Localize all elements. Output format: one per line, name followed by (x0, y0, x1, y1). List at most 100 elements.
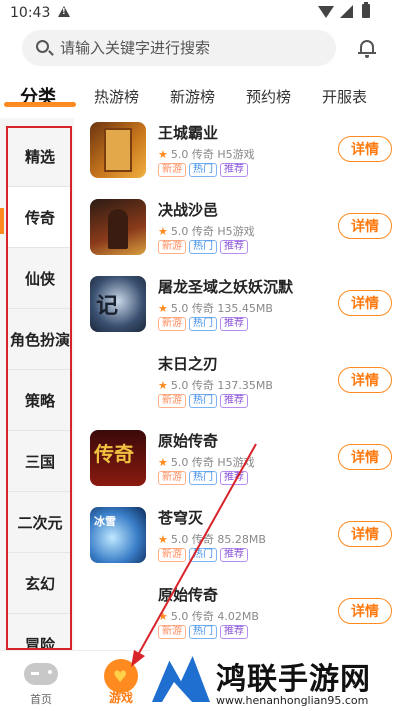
game-icon (90, 584, 146, 640)
sidebar-item-fantasy[interactable]: 玄幻 (8, 553, 72, 614)
gamepad-icon (24, 663, 58, 685)
game-meta: ★ 5.0 传奇 H5游戏 (158, 225, 255, 238)
game-name: 苍穹灭 (158, 509, 204, 527)
game-icon: 冰雪 (90, 507, 146, 563)
star-icon: ★ (158, 302, 168, 315)
star-icon: ★ (158, 610, 168, 623)
tag-recommended: 推荐 (220, 625, 248, 639)
game-tags: 新游 热门 推荐 (158, 548, 248, 562)
tag-new: 新游 (158, 163, 186, 177)
list-item[interactable]: 末日之刃 ★ 5.0 传奇 137.35MB 新游 热门 推荐 详情 (74, 347, 400, 424)
watermark-url: www.henanhonglian95.com (216, 694, 369, 707)
category-sidebar: 精选 传奇 仙侠 角色扮演 策略 三国 二次元 玄幻 冒险 (0, 118, 74, 650)
tag-hot: 热门 (189, 471, 217, 485)
search-input[interactable] (60, 30, 320, 66)
game-name: 决战沙邑 (158, 201, 219, 219)
game-tags: 新游 热门 推荐 (158, 394, 248, 408)
tag-recommended: 推荐 (220, 548, 248, 562)
status-bar: 10:43 (0, 0, 400, 28)
sidebar-item-anime[interactable]: 二次元 (8, 492, 72, 553)
warning-icon (58, 6, 70, 17)
star-icon: ★ (158, 379, 168, 392)
detail-button[interactable]: 详情 (338, 521, 392, 547)
game-icon (90, 353, 146, 409)
tab-hot[interactable]: 热游榜 (94, 86, 139, 107)
list-item[interactable]: 记 屠龙圣域之妖妖沉默 ★ 5.0 传奇 135.45MB 新游 热门 推荐 详情 (74, 270, 400, 347)
watermark-logo (152, 656, 210, 702)
game-tags: 新游 热门 推荐 (158, 317, 248, 331)
game-list: 王城霸业 ★ 5.0 传奇 H5游戏 新游 热门 推荐 详情 决战沙邑 ★ 5.0 传奇… (74, 114, 400, 650)
game-name: 末日之刃 (158, 355, 219, 373)
bell-icon[interactable] (358, 38, 376, 58)
nav-home[interactable]: 首页 (18, 659, 64, 706)
tab-reserve[interactable]: 预约榜 (246, 86, 291, 107)
nav-home-label: 首页 (30, 693, 52, 706)
tab-server-list[interactable]: 开服表 (322, 86, 367, 107)
detail-button[interactable]: 详情 (338, 444, 392, 470)
sidebar-item-strategy[interactable]: 策略 (8, 370, 72, 431)
active-tab-underline (4, 102, 76, 107)
sidebar-item-featured[interactable]: 精选 (8, 126, 72, 187)
game-meta: ★ 5.0 传奇 4.02MB (158, 610, 259, 623)
detail-button[interactable]: 详情 (338, 213, 392, 239)
sidebar-item-adventure[interactable]: 冒险 (8, 614, 72, 651)
game-tags: 新游 热门 推荐 (158, 625, 248, 639)
game-icon (90, 122, 146, 178)
nav-games-label: 游戏 (108, 691, 133, 705)
game-meta: ★ 5.0 传奇 85.28MB (158, 533, 266, 546)
sidebar-item-legend[interactable]: 传奇 (8, 187, 72, 248)
list-item[interactable]: 冰雪 苍穹灭 ★ 5.0 传奇 85.28MB 新游 热门 推荐 详情 (74, 501, 400, 578)
tab-new[interactable]: 新游榜 (170, 86, 215, 107)
game-name: 屠龙圣域之妖妖沉默 (158, 278, 294, 296)
tag-recommended: 推荐 (220, 163, 248, 177)
list-item[interactable]: 王城霸业 ★ 5.0 传奇 H5游戏 新游 热门 推荐 详情 (74, 116, 400, 193)
game-icon: 记 (90, 276, 146, 332)
tag-recommended: 推荐 (220, 471, 248, 485)
game-tags: 新游 热门 推荐 (158, 471, 248, 485)
battery-icon (362, 2, 370, 18)
tag-new: 新游 (158, 625, 186, 639)
tag-hot: 热门 (189, 394, 217, 408)
tag-recommended: 推荐 (220, 317, 248, 331)
sidebar-item-three-kingdoms[interactable]: 三国 (8, 431, 72, 492)
tag-hot: 热门 (189, 548, 217, 562)
top-tabs: 分类 热游榜 新游榜 预约榜 开服表 (0, 80, 400, 114)
game-icon (90, 199, 146, 255)
tag-new: 新游 (158, 394, 186, 408)
detail-button[interactable]: 详情 (338, 136, 392, 162)
star-icon: ★ (158, 456, 168, 469)
sidebar-item-xianxia[interactable]: 仙侠 (8, 248, 72, 309)
nav-games[interactable]: ♥ 游戏 (98, 659, 144, 705)
tag-new: 新游 (158, 471, 186, 485)
tag-hot: 热门 (189, 163, 217, 177)
detail-button[interactable]: 详情 (338, 367, 392, 393)
tag-new: 新游 (158, 317, 186, 331)
sidebar-item-rpg[interactable]: 角色扮演 (8, 309, 72, 370)
watermark: 鸿联手游网 www.henanhonglian95.com (150, 650, 400, 711)
watermark-title: 鸿联手游网 (216, 662, 371, 697)
tag-new: 新游 (158, 548, 186, 562)
active-category-marker (0, 208, 4, 234)
heart-icon: ♥ (113, 667, 128, 686)
wifi-icon (318, 6, 334, 18)
game-name: 王城霸业 (158, 124, 219, 142)
tag-hot: 热门 (189, 240, 217, 254)
list-item[interactable]: 原始传奇 ★ 5.0 传奇 4.02MB 新游 热门 推荐 详情 (74, 578, 400, 650)
tag-hot: 热门 (189, 317, 217, 331)
game-name: 原始传奇 (158, 586, 219, 604)
detail-button[interactable]: 详情 (338, 598, 392, 624)
tag-new: 新游 (158, 240, 186, 254)
game-tags: 新游 热门 推荐 (158, 240, 248, 254)
game-meta: ★ 5.0 传奇 H5游戏 (158, 456, 255, 469)
star-icon: ★ (158, 225, 168, 238)
game-icon: 传奇 (90, 430, 146, 486)
search-bar[interactable] (22, 30, 336, 66)
game-meta: ★ 5.0 传奇 135.45MB (158, 302, 273, 315)
detail-button[interactable]: 详情 (338, 290, 392, 316)
status-time: 10:43 (10, 5, 51, 21)
signal-icon (340, 5, 353, 18)
list-item[interactable]: 决战沙邑 ★ 5.0 传奇 H5游戏 新游 热门 推荐 详情 (74, 193, 400, 270)
game-name: 原始传奇 (158, 432, 219, 450)
tag-recommended: 推荐 (220, 394, 248, 408)
list-item[interactable]: 传奇 原始传奇 ★ 5.0 传奇 H5游戏 新游 热门 推荐 详情 (74, 424, 400, 501)
